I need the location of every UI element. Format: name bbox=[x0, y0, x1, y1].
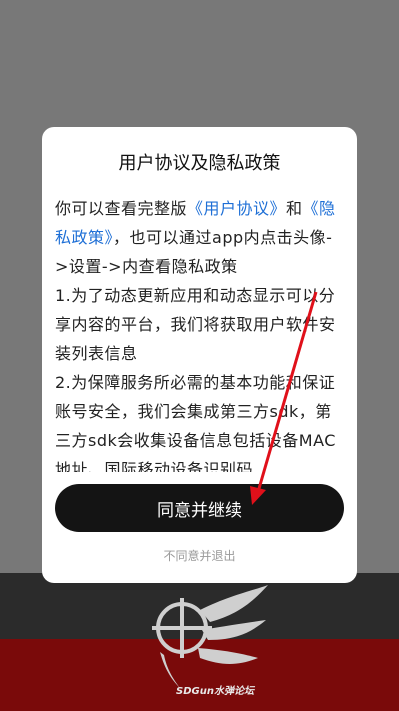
dialog-body-scroll[interactable]: 你可以查看完整版《用户协议》和《隐私政策》，也可以通过app内点击头像->设置-… bbox=[55, 194, 345, 472]
intro-prefix: 你可以查看完整版 bbox=[55, 199, 188, 218]
user-agreement-link[interactable]: 《用户协议》 bbox=[187, 199, 286, 218]
intro-and: 和 bbox=[286, 199, 303, 218]
watermark-text: SDGun水弹论坛 bbox=[176, 686, 254, 697]
policy-item-1: 1.为了动态更新应用和动态显示可以分享内容的平台，我们将获取用户软件安装列表信息 bbox=[55, 286, 336, 363]
privacy-dialog: 用户协议及隐私政策 你可以查看完整版《用户协议》和《隐私政策》，也可以通过app… bbox=[42, 127, 357, 583]
dialog-body: 你可以查看完整版《用户协议》和《隐私政策》，也可以通过app内点击头像->设置-… bbox=[55, 194, 345, 472]
agree-continue-button[interactable]: 同意并继续 bbox=[55, 484, 344, 532]
dialog-title: 用户协议及隐私政策 bbox=[118, 153, 281, 174]
intro-paragraph: 你可以查看完整版《用户协议》和《隐私政策》，也可以通过app内点击头像->设置-… bbox=[55, 194, 345, 281]
policy-item-2: 2.为保障服务所必需的基本功能和保证账号安全，我们会集成第三方sdk，第三方sd… bbox=[55, 373, 336, 472]
decline-exit-link[interactable]: 不同意并退出 bbox=[42, 547, 357, 564]
